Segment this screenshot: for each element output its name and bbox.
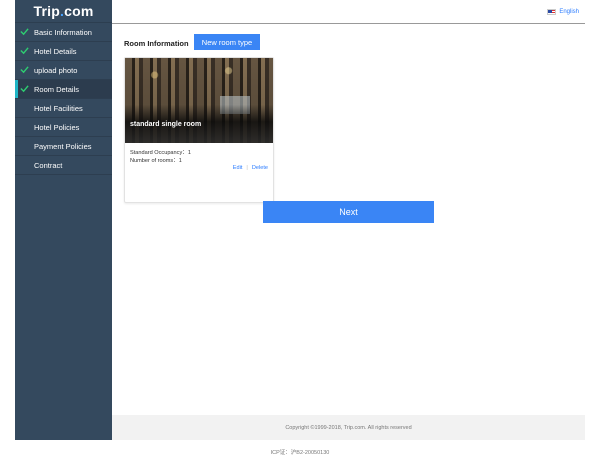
sidebar-item-contract[interactable]: Contract (15, 156, 112, 175)
sidebar-item-label: Hotel Facilities (34, 103, 83, 113)
sidebar-item-label: Contract (34, 160, 63, 170)
icp-license: ICP证：沪B2-20050130 (270, 450, 330, 456)
logo-suffix: com (64, 3, 94, 19)
check-icon (20, 28, 29, 36)
sidebar-item-label: Basic Information (34, 27, 92, 37)
sidebar-item-label: Room Details (34, 84, 80, 94)
edit-link[interactable]: Edit (233, 165, 243, 171)
delete-link[interactable]: Delete (252, 165, 268, 171)
room-photo (125, 58, 273, 143)
room-name: standard single room (130, 121, 202, 128)
room-actions: Edit | Delete (233, 165, 268, 171)
language-switcher[interactable]: English (547, 9, 579, 15)
room-card: standard single room Standard Occupancy：… (124, 57, 274, 203)
room-info: Standard Occupancy：1 Number of rooms：1 (130, 149, 191, 165)
room-occupancy: Standard Occupancy：1 (130, 150, 191, 156)
top-bar: English (112, 0, 585, 24)
section-title: Room Information (124, 39, 189, 48)
sidebar-item-hotel-details[interactable]: Hotel Details (15, 42, 112, 61)
action-separator: | (246, 165, 248, 171)
copyright-text: Copyright ©1999-2018, Trip.com. All righ… (285, 424, 412, 431)
room-photo-window (220, 96, 250, 114)
check-icon (20, 47, 29, 55)
logo-brand: Trip (33, 3, 60, 19)
sidebar-item-upload-photo[interactable]: upload photo (15, 61, 112, 80)
sidebar-item-hotel-facilities[interactable]: Hotel Facilities (15, 99, 112, 118)
new-room-type-button[interactable]: New room type (194, 34, 260, 50)
sidebar-item-payment-policies[interactable]: Payment Policies (15, 137, 112, 156)
sidebar-item-basic-information[interactable]: Basic Information (15, 23, 112, 42)
next-button[interactable]: Next (263, 201, 434, 223)
sidebar-item-hotel-policies[interactable]: Hotel Policies (15, 118, 112, 137)
sidebar-item-label: Hotel Policies (34, 122, 80, 132)
sidebar: Trip. com Basic Information Hotel Details… (15, 0, 112, 440)
trip-logo[interactable]: Trip. com (15, 0, 112, 23)
footer-copyright: Copyright ©1999-2018, Trip.com. All righ… (112, 415, 585, 440)
check-icon (20, 66, 29, 74)
sidebar-item-label: Payment Policies (34, 141, 92, 151)
sidebar-item-room-details[interactable]: Room Details (15, 80, 112, 99)
room-count: Number of rooms：1 (130, 158, 182, 164)
us-flag-icon (547, 9, 557, 15)
language-label: English (559, 9, 579, 15)
sidebar-item-label: Hotel Details (34, 46, 77, 56)
main-content: Room Information New room type standard … (112, 25, 585, 415)
sidebar-item-label: upload photo (34, 65, 78, 75)
check-icon (20, 85, 29, 93)
